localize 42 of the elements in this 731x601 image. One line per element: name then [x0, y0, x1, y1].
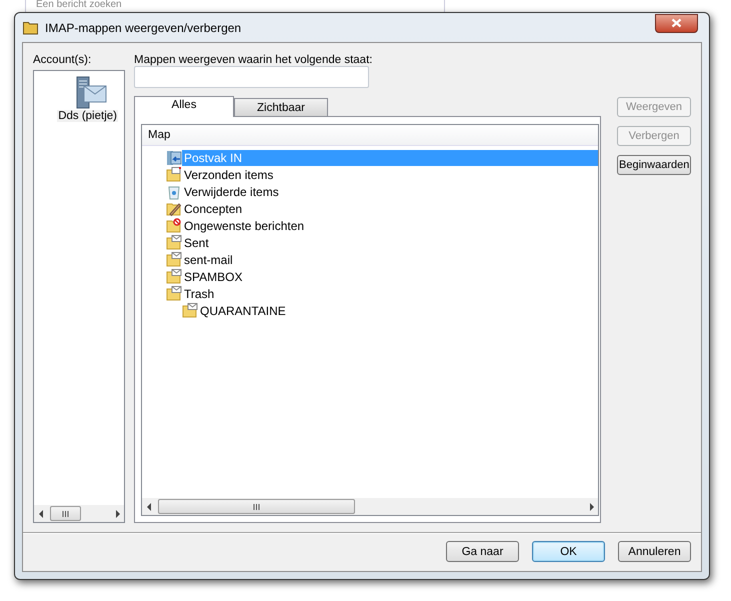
scroll-right-icon[interactable]: [588, 502, 594, 510]
account-item[interactable]: Dds (pietje): [57, 110, 118, 122]
dialog-button[interactable]: Annuleren: [618, 541, 691, 562]
dialog-button[interactable]: OK: [532, 541, 605, 562]
recycle-bin-icon: [166, 184, 182, 200]
accounts-label: Account(s):: [33, 54, 92, 68]
tab[interactable]: Alles: [134, 96, 234, 117]
folder-item[interactable]: Trash: [182, 286, 598, 302]
folder-item[interactable]: Verzonden items: [182, 166, 598, 182]
folder-blocked-icon: [166, 218, 182, 234]
filter-field[interactable]: [134, 66, 369, 88]
folder-pencil-icon: [166, 200, 182, 216]
close-button[interactable]: [655, 14, 698, 32]
grip-icon[interactable]: [62, 510, 69, 516]
side-button[interactable]: Beginwaarden: [617, 155, 691, 175]
scroll-left-icon[interactable]: [38, 510, 44, 518]
folder-envelope-icon: [166, 252, 182, 268]
filter-label: Mappen weergeven waarin het volgende staat:: [134, 54, 374, 68]
folder-item[interactable]: SPAMBOX: [182, 268, 598, 284]
horizontal-scrollbar[interactable]: [34, 505, 124, 522]
tab[interactable]: Zichtbaar: [234, 98, 328, 116]
server-envelope-icon: [74, 76, 108, 110]
folder-icon: [23, 20, 39, 34]
grip-icon[interactable]: [252, 504, 260, 510]
folder-item[interactable]: sent-mail: [182, 252, 598, 268]
dialog-button[interactable]: Ga naar: [446, 541, 519, 562]
folder-envelope-icon: [166, 234, 182, 250]
close-icon[interactable]: [671, 18, 682, 28]
folder-document-icon: [166, 166, 182, 182]
folder-item[interactable]: Concepten: [182, 200, 598, 216]
folder-envelope-icon: [182, 302, 198, 318]
folder-item[interactable]: Sent: [182, 234, 598, 250]
scroll-left-icon[interactable]: [146, 502, 152, 510]
window-title: IMAP-mappen weergeven/verbergen: [45, 20, 242, 34]
folder-item[interactable]: QUARANTAINE: [198, 302, 598, 318]
folder-envelope-icon: [166, 286, 182, 302]
folder-item[interactable]: Verwijderde items: [182, 184, 598, 200]
inbox-icon: [166, 150, 182, 166]
scroll-right-icon[interactable]: [114, 510, 120, 518]
folder-envelope-icon: [166, 268, 182, 284]
folder-item[interactable]: Ongewenste berichten: [182, 218, 598, 234]
horizontal-scrollbar[interactable]: [142, 498, 598, 515]
